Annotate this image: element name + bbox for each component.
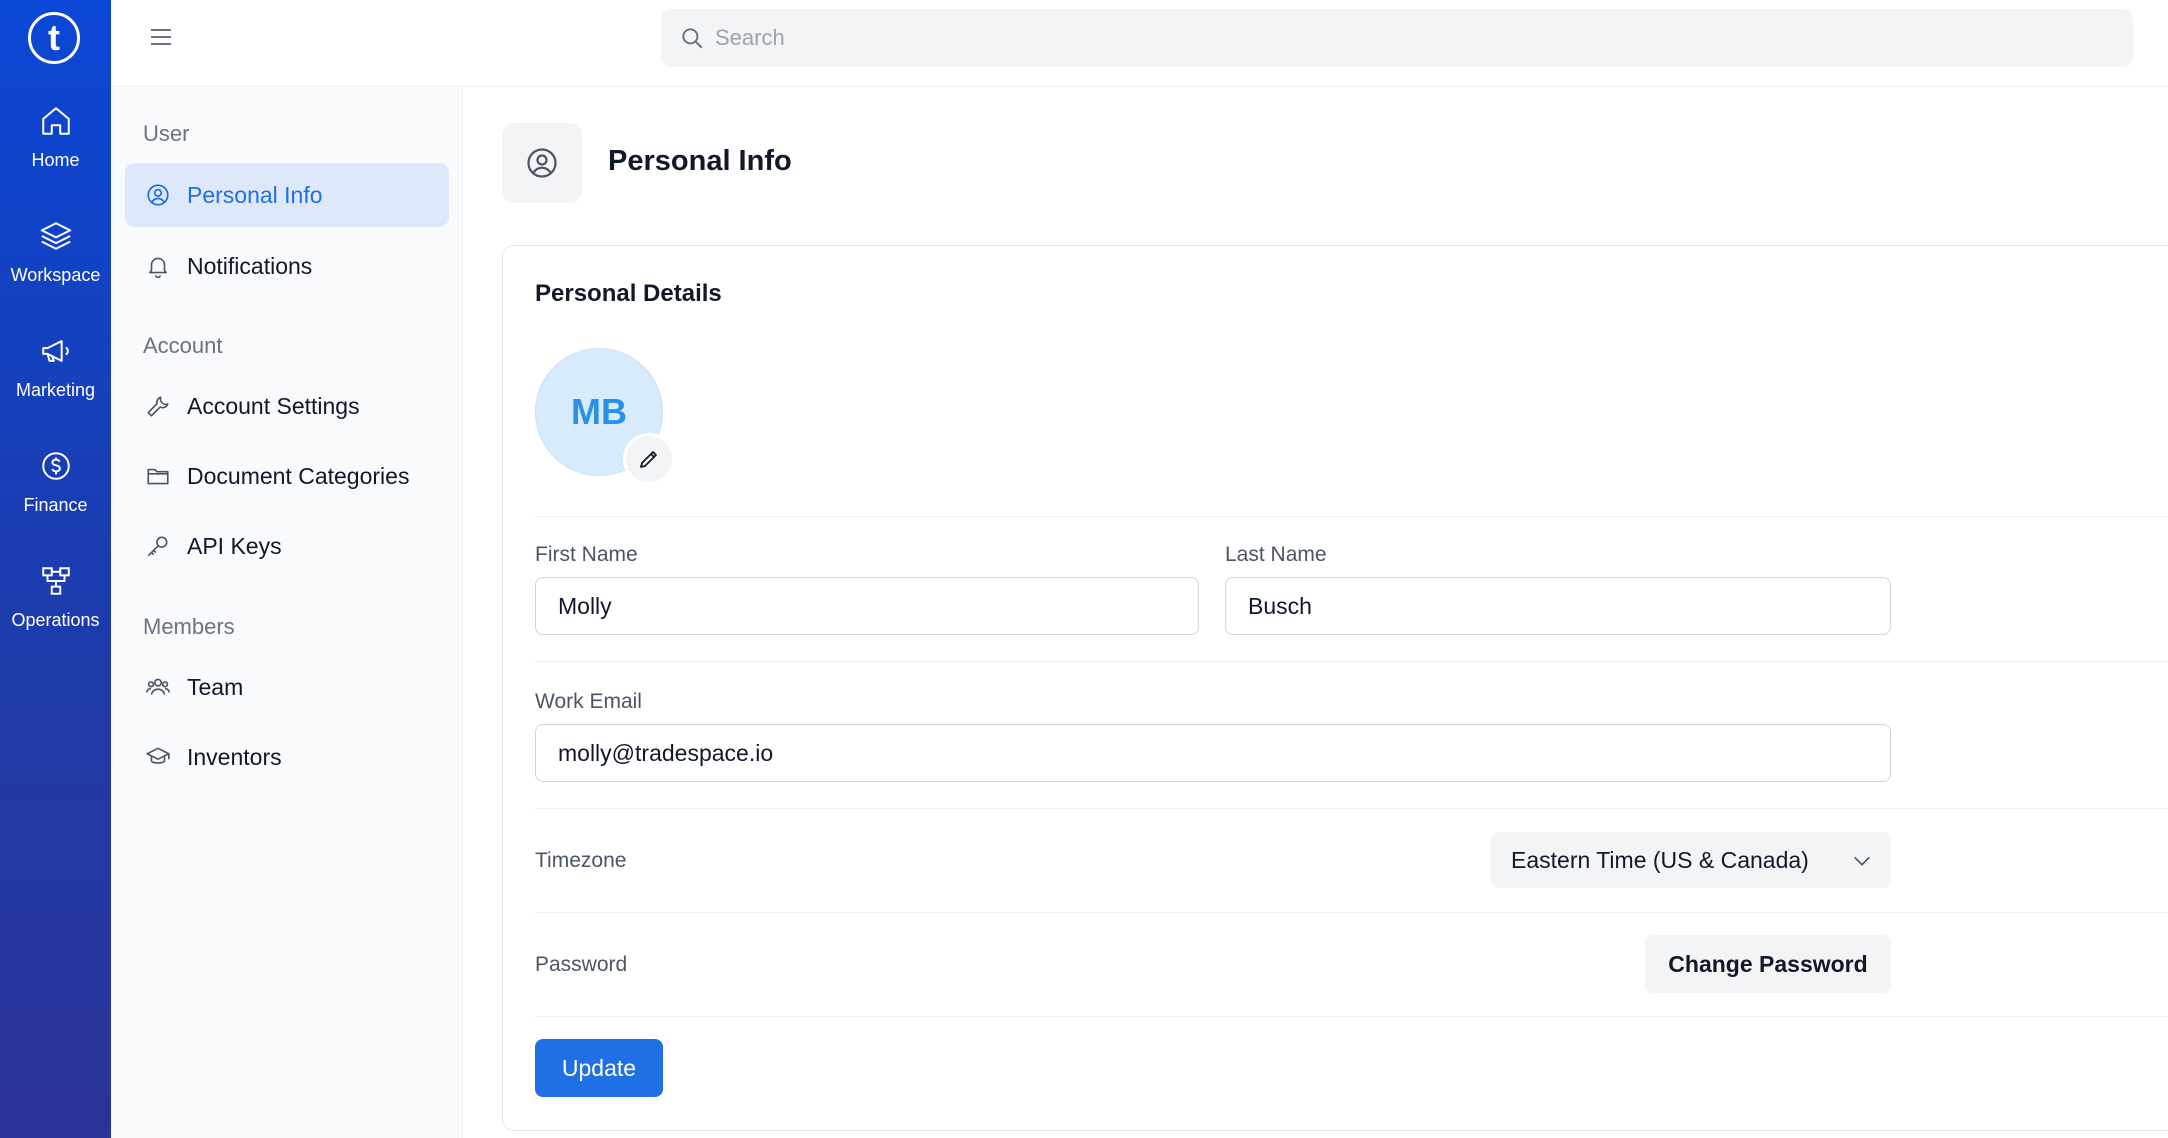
work-email-label: Work Email [535, 690, 642, 713]
sidebar-item-label: Document Categories [187, 462, 410, 489]
wrench-icon [147, 396, 169, 417]
sidebar-item-label: Team [187, 673, 244, 700]
user-circle-icon [147, 184, 169, 206]
graduation-cap-icon [146, 747, 170, 764]
section-heading-account: Account [143, 333, 223, 358]
sidebar-item-account-settings[interactable]: Account Settings [125, 374, 449, 438]
timezone-select[interactable]: Eastern Time (US & Canada) [1491, 832, 1891, 888]
work-email-field[interactable] [535, 724, 1891, 782]
sidebar-item-team[interactable]: Team [125, 655, 449, 719]
sidebar-item-document-categories[interactable]: Document Categories [125, 444, 449, 508]
timezone-value: Eastern Time (US & Canada) [1511, 846, 1809, 873]
first-name-label: First Name [535, 543, 638, 566]
avatar-initials: MB [571, 391, 627, 432]
search-input[interactable] [715, 25, 2015, 51]
flowchart-icon [41, 567, 70, 595]
password-label: Password [535, 953, 628, 976]
rail-item-home[interactable]: Home [0, 104, 111, 204]
sidebar-item-label: Notifications [187, 252, 313, 279]
divider [535, 808, 2168, 809]
rail-item-workspace[interactable]: Workspace [0, 219, 111, 319]
rail-label: Marketing [15, 380, 96, 400]
edit-avatar-button[interactable] [623, 433, 675, 485]
divider [535, 661, 2168, 662]
layers-icon [40, 222, 71, 250]
bell-icon [149, 257, 167, 279]
divider [535, 1016, 2168, 1017]
settings-sidebar: User Personal Info Notifications Account… [111, 88, 463, 1138]
search-icon [682, 28, 703, 49]
rail-label: Home [31, 150, 80, 170]
update-button[interactable]: Update [535, 1039, 663, 1097]
page-icon-tile [502, 123, 582, 203]
rail-item-operations[interactable]: Operations [0, 564, 111, 664]
top-bar [111, 0, 2168, 87]
change-password-button[interactable]: Change Password [1645, 935, 1891, 993]
folder-icon [147, 468, 169, 485]
sidebar-item-label: Inventors [187, 743, 282, 770]
rail-label: Finance [23, 495, 88, 515]
section-heading-members: Members [143, 614, 235, 639]
pencil-icon [640, 451, 657, 468]
logo-letter: t [48, 17, 60, 58]
rail-item-finance[interactable]: Finance [0, 449, 111, 549]
sidebar-item-personal-info[interactable]: Personal Info [125, 163, 449, 227]
sidebar-item-notifications[interactable]: Notifications [125, 234, 449, 298]
divider [535, 912, 2168, 913]
home-icon [41, 107, 70, 135]
sidebar-item-label: Account Settings [187, 392, 360, 419]
sidebar-item-label: API Keys [187, 532, 282, 559]
personal-details-card: Personal Details MB First Name Last Name… [502, 245, 2168, 1131]
chevron-down-icon [1854, 856, 1870, 866]
timezone-label: Timezone [535, 849, 627, 872]
page-title: Personal Info [608, 145, 792, 177]
menu-icon[interactable] [146, 25, 176, 49]
users-icon [145, 678, 171, 695]
last-name-label: Last Name [1225, 543, 1327, 566]
rail-label: Workspace [10, 265, 101, 285]
search-bar[interactable] [661, 9, 2133, 67]
sidebar-item-label: Personal Info [187, 181, 323, 208]
user-circle-icon [527, 148, 557, 178]
section-heading-user: User [143, 121, 190, 146]
megaphone-icon [41, 340, 69, 362]
first-name-field[interactable] [535, 577, 1199, 635]
dollar-circle-icon [41, 452, 70, 480]
rail-item-marketing[interactable]: Marketing [0, 334, 111, 434]
last-name-field[interactable] [1225, 577, 1891, 635]
key-icon [147, 536, 168, 557]
rail-label: Operations [11, 610, 100, 630]
sidebar-item-api-keys[interactable]: API Keys [125, 514, 449, 578]
sidebar-item-inventors[interactable]: Inventors [125, 725, 449, 789]
divider [535, 516, 2168, 517]
app-rail: t Home Workspace Marketing Finance Opera… [0, 0, 111, 1138]
card-title: Personal Details [535, 280, 722, 307]
app-logo[interactable]: t [28, 12, 80, 64]
